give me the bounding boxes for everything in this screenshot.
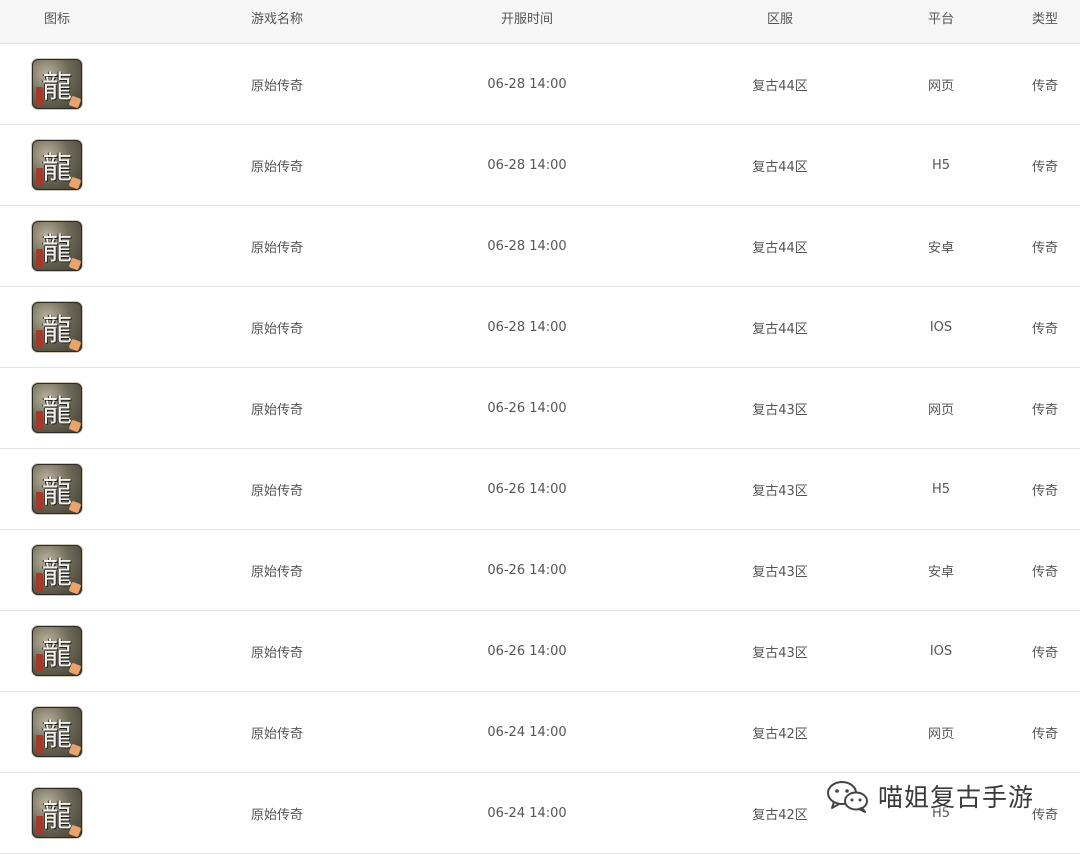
- icon-cell: 龍: [0, 611, 114, 691]
- platform: 网页: [927, 78, 954, 94]
- icon-cell: 龍: [0, 449, 114, 529]
- game-name[interactable]: 原始传奇: [220, 287, 334, 367]
- platform: 安卓: [927, 564, 954, 580]
- table-header: 图标 游戏名称 开服时间 区服 平台 类型: [0, 0, 1080, 44]
- dragon-game-icon[interactable]: 龍: [32, 221, 82, 271]
- dragon-game-icon[interactable]: 龍: [32, 140, 82, 190]
- watermark-text: 喵姐复古手游: [878, 783, 1035, 812]
- open-time: 06-26 14:00: [487, 643, 567, 659]
- icon-cell: 龍: [0, 368, 114, 448]
- header-type: 类型: [1031, 12, 1058, 27]
- game-name[interactable]: 原始传奇: [220, 773, 334, 853]
- icon-cell: 龍: [0, 773, 114, 853]
- open-time: 06-26 14:00: [487, 481, 567, 497]
- server-name: 复古44区: [752, 240, 808, 256]
- game-name[interactable]: 原始传奇: [220, 44, 334, 124]
- game-type: 传奇: [1031, 240, 1058, 256]
- table-row[interactable]: 龍 原始传奇 06-28 14:00 复古44区 安卓 传奇: [0, 206, 1080, 287]
- open-time: 06-24 14:00: [487, 805, 567, 821]
- server-name: 复古43区: [752, 483, 808, 499]
- server-name: 复古44区: [752, 78, 808, 94]
- icon-cell: 龍: [0, 692, 114, 772]
- game-name[interactable]: 原始传奇: [220, 368, 334, 448]
- header-icon: 图标: [43, 12, 70, 27]
- game-type: 传奇: [1031, 321, 1058, 337]
- dragon-game-icon[interactable]: 龍: [32, 59, 82, 109]
- platform: 网页: [927, 726, 954, 742]
- table-row[interactable]: 龍 原始传奇 06-26 14:00 复古43区 IOS 传奇: [0, 611, 1080, 692]
- header-name: 游戏名称: [250, 12, 303, 27]
- game-type: 传奇: [1031, 483, 1058, 499]
- dragon-game-icon[interactable]: 龍: [32, 626, 82, 676]
- dragon-game-icon[interactable]: 龍: [32, 302, 82, 352]
- table-row[interactable]: 龍 原始传奇 06-26 14:00 复古43区 网页 传奇: [0, 368, 1080, 449]
- open-time: 06-28 14:00: [487, 319, 567, 335]
- platform: IOS: [929, 643, 953, 659]
- game-name[interactable]: 原始传奇: [220, 449, 334, 529]
- game-type: 传奇: [1031, 726, 1058, 742]
- table-row[interactable]: 龍 原始传奇 06-28 14:00 复古44区 IOS 传奇: [0, 287, 1080, 368]
- server-name: 复古43区: [752, 645, 808, 661]
- game-name[interactable]: 原始传奇: [220, 125, 334, 205]
- open-time: 06-26 14:00: [487, 562, 567, 578]
- dragon-game-icon[interactable]: 龍: [32, 788, 82, 838]
- game-type: 传奇: [1031, 78, 1058, 94]
- server-name: 复古43区: [752, 564, 808, 580]
- platform: 安卓: [927, 240, 954, 256]
- header-server: 区服: [766, 12, 793, 27]
- game-type: 传奇: [1031, 402, 1058, 418]
- icon-cell: 龍: [0, 44, 114, 124]
- dragon-game-icon[interactable]: 龍: [32, 383, 82, 433]
- table-body: 龍原始传奇 06-28 14:00 复古44区 网页 传奇龍原始传奇 06-28 14:0…: [0, 44, 1080, 854]
- table-row[interactable]: 龍 原始传奇 06-24 14:00 复古42区 网页 传奇: [0, 692, 1080, 773]
- game-name[interactable]: 原始传奇: [220, 206, 334, 286]
- table-row[interactable]: 龍 原始传奇 06-26 14:00 复古43区 H5 传奇: [0, 449, 1080, 530]
- open-time: 06-26 14:00: [487, 400, 567, 416]
- open-time: 06-28 14:00: [487, 76, 567, 92]
- platform: IOS: [929, 319, 953, 335]
- table-row[interactable]: 龍 原始传奇 06-26 14:00 复古43区 安卓 传奇: [0, 530, 1080, 611]
- table-row[interactable]: 龍 原始传奇 06-28 14:00 复古44区 网页 传奇: [0, 44, 1080, 125]
- open-time: 06-28 14:00: [487, 238, 567, 254]
- icon-cell: 龍: [0, 287, 114, 367]
- server-name: 复古42区: [752, 807, 808, 823]
- server-name: 复古43区: [752, 402, 808, 418]
- open-time: 06-24 14:00: [487, 724, 567, 740]
- icon-cell: 龍: [0, 125, 114, 205]
- game-type: 传奇: [1031, 645, 1058, 661]
- wechat-icon: [827, 781, 868, 813]
- server-name: 复古44区: [752, 159, 808, 175]
- dragon-game-icon[interactable]: 龍: [32, 707, 82, 757]
- game-name[interactable]: 原始传奇: [220, 692, 334, 772]
- table-row[interactable]: 龍 原始传奇 06-28 14:00 复古44区 H5 传奇: [0, 125, 1080, 206]
- header-platform: 平台: [927, 12, 954, 27]
- server-name: 复古44区: [752, 321, 808, 337]
- platform: H5: [931, 481, 951, 497]
- platform: H5: [931, 157, 951, 173]
- icon-cell: 龍: [0, 206, 114, 286]
- dragon-game-icon[interactable]: 龍: [32, 545, 82, 595]
- server-name: 复古42区: [752, 726, 808, 742]
- header-time: 开服时间: [500, 12, 553, 27]
- game-type: 传奇: [1031, 159, 1058, 175]
- icon-cell: 龍: [0, 530, 114, 610]
- dragon-game-icon[interactable]: 龍: [32, 464, 82, 514]
- server-table: 图标 游戏名称 开服时间 区服 平台 类型 龍原始传奇 06-28 14:00 复古…: [0, 0, 1080, 854]
- watermark: 喵姐复古手游: [826, 778, 1034, 814]
- platform: 网页: [927, 402, 954, 418]
- open-time: 06-28 14:00: [487, 157, 567, 173]
- game-name[interactable]: 原始传奇: [220, 611, 334, 691]
- game-type: 传奇: [1031, 564, 1058, 580]
- game-name[interactable]: 原始传奇: [220, 530, 334, 610]
